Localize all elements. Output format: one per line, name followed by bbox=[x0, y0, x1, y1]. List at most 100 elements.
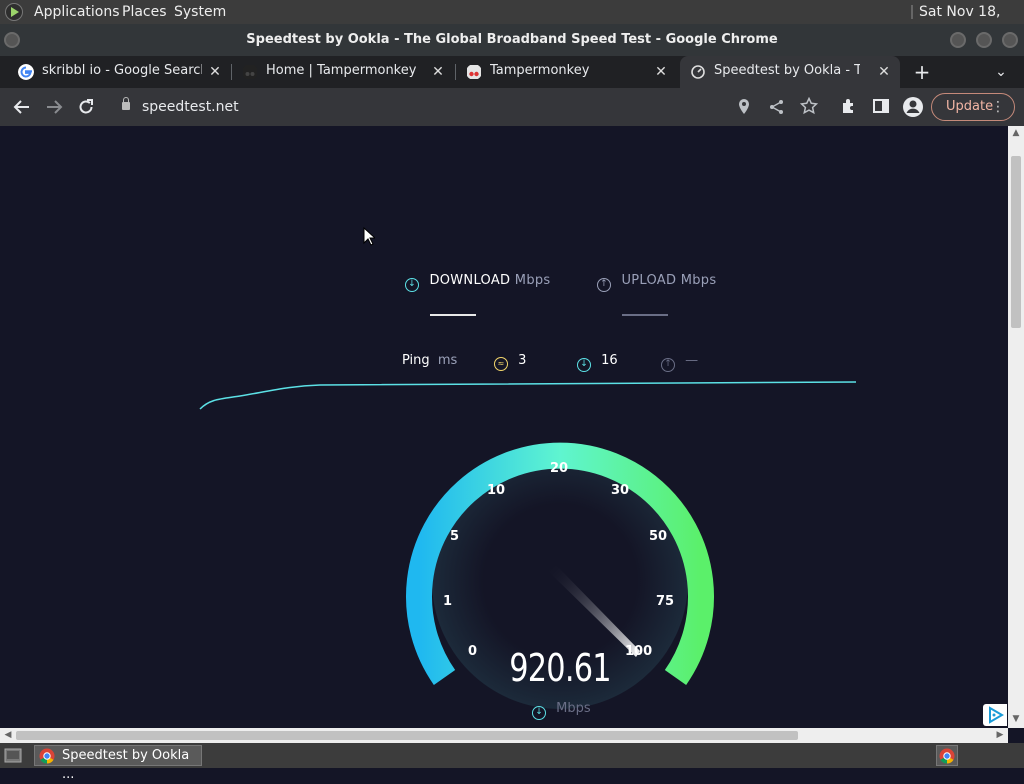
close-window-button[interactable] bbox=[1002, 32, 1018, 48]
tab-label: Home | Tampermonkey bbox=[266, 63, 417, 78]
extensions-icon[interactable] bbox=[840, 97, 858, 115]
ping-download-value: 16 bbox=[601, 353, 618, 368]
system-logo-icon[interactable] bbox=[5, 3, 23, 21]
speedtest-icon bbox=[691, 65, 705, 79]
tab-google-search[interactable]: skribbl io - Google Search ✕ bbox=[8, 56, 230, 88]
taskbar-window-item[interactable]: Speedtest by Ookla ... bbox=[34, 745, 202, 782]
ping-download-icon: ↓ bbox=[577, 358, 591, 372]
ping-label: Ping bbox=[402, 353, 430, 368]
ping-idle-value: 3 bbox=[518, 353, 527, 368]
share-icon[interactable] bbox=[768, 98, 786, 116]
bookmark-star-icon[interactable] bbox=[800, 97, 818, 115]
gauge-tick-1: 1 bbox=[443, 594, 453, 609]
gauge-tick-5: 5 bbox=[450, 529, 460, 544]
places-menu[interactable]: Places bbox=[122, 0, 167, 24]
tray-chrome-button[interactable] bbox=[936, 745, 958, 766]
upload-arrow-icon: ↑ bbox=[597, 278, 611, 292]
speed-download-icon: ↓ bbox=[532, 706, 546, 720]
browser-toolbar: speedtest.net Update ⋮ bbox=[0, 88, 1024, 126]
gauge-tick-10: 10 bbox=[487, 483, 506, 498]
upload-underline bbox=[622, 314, 668, 316]
back-icon[interactable] bbox=[12, 97, 32, 117]
profile-avatar-icon[interactable] bbox=[902, 96, 924, 118]
current-speed-unit-group: ↓ Mbps bbox=[532, 701, 591, 720]
mouse-cursor-icon bbox=[363, 227, 375, 246]
new-tab-button[interactable]: + bbox=[910, 60, 934, 84]
speed-graph bbox=[199, 381, 857, 410]
tab-speedtest[interactable]: Speedtest by Ookla - The Global Broadban… bbox=[680, 56, 900, 88]
gauge-tick-75: 75 bbox=[656, 594, 675, 609]
system-menu[interactable]: System bbox=[174, 0, 226, 24]
speed-graph-line bbox=[199, 381, 857, 410]
current-speed-unit: Mbps bbox=[556, 701, 591, 716]
chrome-icon bbox=[939, 748, 955, 764]
vertical-scrollbar[interactable]: ▲ ▼ bbox=[1008, 126, 1024, 728]
ping-upload: ↑ — bbox=[661, 353, 698, 372]
show-desktop-icon[interactable] bbox=[4, 747, 22, 764]
close-icon[interactable]: ✕ bbox=[206, 63, 224, 81]
tab-tampermonkey-home[interactable]: Home | Tampermonkey ✕ bbox=[232, 56, 454, 88]
ping-unit: ms bbox=[437, 353, 458, 368]
close-icon[interactable]: ✕ bbox=[875, 63, 893, 81]
ping-upload-value: — bbox=[685, 353, 699, 368]
upload-label: UPLOAD bbox=[621, 273, 677, 288]
minimize-button[interactable] bbox=[950, 32, 966, 48]
chrome-icon bbox=[39, 748, 55, 764]
tampermonkey-icon bbox=[467, 65, 481, 79]
update-label: Update bbox=[946, 99, 994, 114]
upload-unit: Mbps bbox=[680, 273, 717, 288]
download-unit: Mbps bbox=[514, 273, 551, 288]
ping-jitter-icon: ≈ bbox=[494, 357, 508, 371]
adchoices-icon bbox=[989, 706, 1004, 724]
tab-label: Tampermonkey bbox=[490, 63, 590, 78]
gauge-tick-30: 30 bbox=[611, 483, 630, 498]
tampermonkey-icon bbox=[243, 65, 257, 79]
gauge-tick-0: 0 bbox=[468, 644, 478, 659]
close-icon[interactable]: ✕ bbox=[429, 63, 447, 81]
tab-strip: skribbl io - Google Search ✕ Home | Tamp… bbox=[0, 56, 1024, 88]
tab-tampermonkey[interactable]: Tampermonkey ✕ bbox=[456, 56, 678, 88]
close-icon[interactable]: ✕ bbox=[652, 63, 670, 81]
download-header[interactable]: ↓ DOWNLOAD Mbps bbox=[405, 273, 551, 292]
download-active-underline bbox=[430, 314, 476, 316]
address-bar[interactable]: speedtest.net bbox=[108, 92, 828, 122]
clock[interactable]: Sat Nov 18, 01:31 bbox=[919, 0, 1024, 44]
more-vert-icon: ⋮ bbox=[991, 99, 1005, 115]
tab-label: skribbl io - Google Search bbox=[42, 63, 202, 78]
forward-icon[interactable] bbox=[44, 97, 64, 117]
speedtest-page: ↓ DOWNLOAD Mbps ↑ UPLOAD Mbps Ping ms ≈ … bbox=[0, 126, 1008, 728]
location-icon[interactable] bbox=[736, 98, 752, 116]
ping-label-group: Ping ms bbox=[402, 353, 457, 368]
system-panel: Applications Places System Sat Nov 18, 0… bbox=[0, 0, 1024, 44]
ping-upload-icon: ↑ bbox=[661, 358, 675, 372]
side-panel-icon[interactable] bbox=[872, 97, 890, 115]
scroll-right-icon[interactable]: ▶ bbox=[992, 728, 1008, 743]
horizontal-scrollbar[interactable]: ◀ ▶ bbox=[0, 728, 1008, 743]
adchoices-badge[interactable] bbox=[983, 704, 1007, 726]
tab-search-button[interactable]: ⌄ bbox=[989, 60, 1013, 84]
url-text[interactable]: speedtest.net bbox=[142, 92, 239, 122]
window-title: Speedtest by Ookla - The Global Broadban… bbox=[246, 32, 778, 47]
scroll-left-icon[interactable]: ◀ bbox=[0, 728, 16, 743]
horizontal-scroll-thumb[interactable] bbox=[16, 731, 798, 740]
gauge-tick-20: 20 bbox=[550, 461, 569, 476]
gauge-tick-50: 50 bbox=[649, 529, 668, 544]
ping-download: ↓ 16 bbox=[577, 353, 618, 372]
current-speed-value: 920.61 bbox=[509, 646, 611, 690]
reload-icon[interactable] bbox=[76, 97, 96, 117]
lock-icon[interactable] bbox=[122, 97, 130, 110]
panel-separator bbox=[911, 5, 913, 19]
upload-header[interactable]: ↑ UPLOAD Mbps bbox=[597, 273, 716, 292]
taskbar-window-label: Speedtest by Ookla ... bbox=[62, 748, 190, 782]
download-label: DOWNLOAD bbox=[429, 273, 511, 288]
taskbar: Speedtest by Ookla ... bbox=[0, 743, 1024, 782]
vertical-scroll-thumb[interactable] bbox=[1011, 156, 1021, 328]
update-button[interactable]: Update ⋮ bbox=[931, 93, 1015, 121]
applications-menu[interactable]: Applications bbox=[34, 0, 120, 24]
maximize-button[interactable] bbox=[976, 32, 992, 48]
google-icon bbox=[18, 64, 34, 80]
scroll-down-icon[interactable]: ▼ bbox=[1008, 712, 1024, 727]
window-titlebar[interactable]: Speedtest by Ookla - The Global Broadban… bbox=[0, 24, 1024, 56]
download-arrow-icon: ↓ bbox=[405, 278, 419, 292]
scroll-up-icon[interactable]: ▲ bbox=[1008, 126, 1024, 141]
